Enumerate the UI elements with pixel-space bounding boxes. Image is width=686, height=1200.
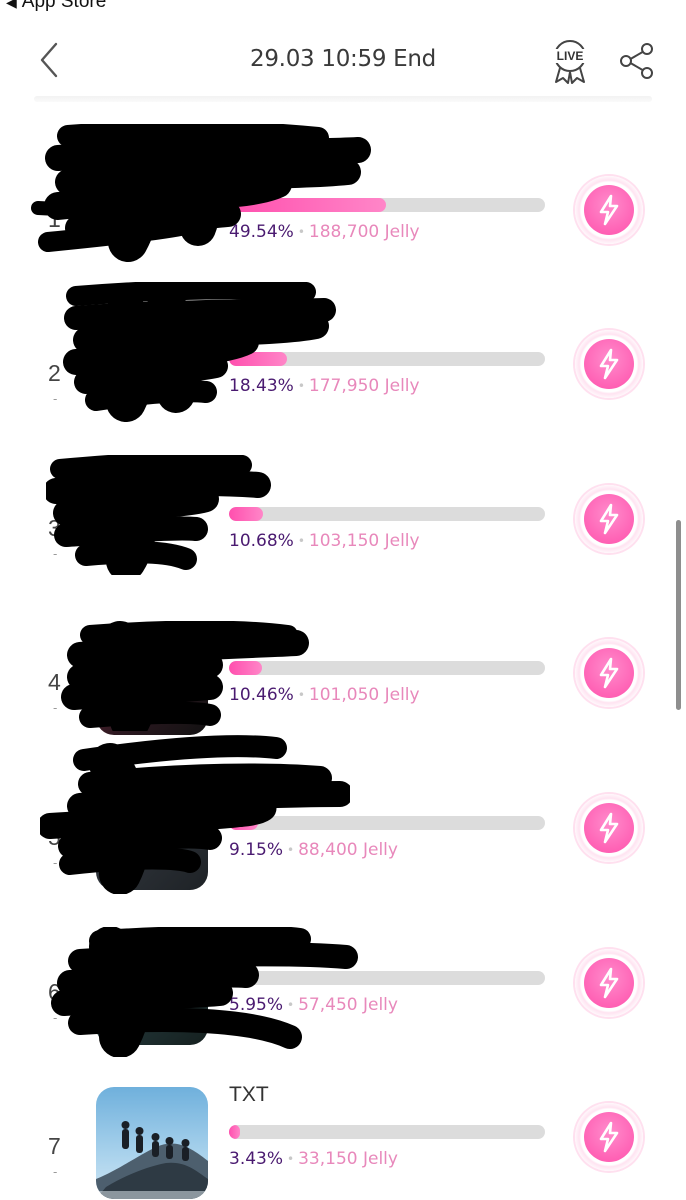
vote-stats: 3.43% • 33,150 Jelly: [229, 1149, 398, 1169]
top-bar: 29.03 10:59 End LIVE: [0, 30, 686, 92]
vote-button[interactable]: [575, 949, 643, 1017]
vote-percent: 3.43%: [229, 1149, 284, 1169]
redaction-scribble: [31, 124, 371, 262]
jelly-count: 103,150 Jelly: [308, 531, 420, 551]
redaction-scribble: [61, 621, 309, 731]
lightning-bolt-icon: [599, 1121, 619, 1153]
vote-bar-fill: [229, 1125, 240, 1139]
back-to-app-store[interactable]: ◀ App Store: [6, 0, 106, 13]
lightning-bolt-icon: [599, 967, 619, 999]
ranking-row[interactable]: 6 - 5.95% • 57,450 Jelly: [0, 925, 686, 1079]
jelly-count: 101,050 Jelly: [308, 685, 420, 705]
back-to-app-label: App Store: [21, 0, 107, 12]
lightning-bolt-icon: [599, 657, 619, 689]
redaction-scribble: [40, 735, 350, 894]
vote-bar: [229, 507, 545, 521]
artist-name: TXT: [229, 1083, 269, 1106]
vote-button[interactable]: [575, 485, 643, 553]
vote-button[interactable]: [575, 176, 643, 244]
rank-change-indicator: -: [53, 1165, 58, 1179]
rank-number: 4: [48, 669, 61, 695]
lightning-bolt-icon: [599, 812, 619, 844]
group-photo-image: [96, 1087, 208, 1199]
redaction-scribble: [63, 282, 336, 422]
live-label: LIVE: [557, 49, 584, 63]
share-icon: [620, 43, 653, 79]
vote-button[interactable]: [575, 330, 643, 398]
vote-button[interactable]: [575, 639, 643, 707]
redaction-scribble: [46, 455, 271, 575]
jelly-count: 33,150 Jelly: [298, 1149, 398, 1169]
vote-button[interactable]: [575, 794, 643, 862]
rank-change-indicator: -: [53, 701, 58, 715]
redaction-scribble: [51, 927, 358, 1057]
share-button[interactable]: [616, 40, 658, 82]
ranking-row[interactable]: 5 - 9.15% • 88,400 Jelly: [0, 735, 686, 924]
rank-number: 7: [48, 1133, 61, 1159]
vote-bar: [229, 1125, 545, 1139]
lightning-bolt-icon: [599, 348, 619, 380]
ranking-row[interactable]: 3 - 10.68% • 103,150 Jelly: [0, 455, 686, 615]
vote-button[interactable]: [575, 1103, 643, 1171]
artist-thumbnail: [96, 1087, 208, 1199]
ranking-row[interactable]: 7 - TXT 3.43% • 33,150 Jelly: [0, 1079, 686, 1200]
header-divider: [34, 96, 652, 102]
back-triangle-icon: ◀: [6, 0, 17, 10]
lightning-bolt-icon: [599, 503, 619, 535]
scrollbar[interactable]: [676, 520, 681, 710]
lightning-bolt-icon: [599, 194, 619, 226]
live-badge-icon: LIVE: [550, 40, 590, 84]
live-button[interactable]: LIVE: [546, 36, 594, 86]
ranking-row[interactable]: 2 - 18.43% • 177,950 Jelly: [0, 282, 686, 460]
